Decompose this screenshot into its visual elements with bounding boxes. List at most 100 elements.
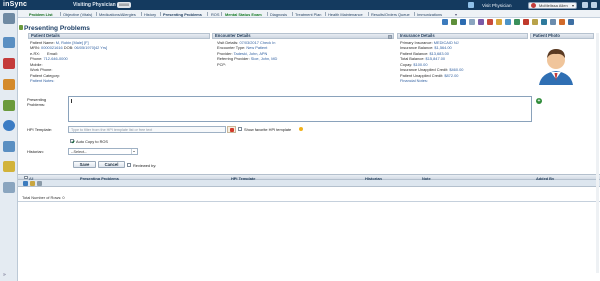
expand-sidebar-icon[interactable]: » bbox=[3, 272, 6, 278]
encounter-details-title: Encounter Details bbox=[215, 33, 251, 38]
select-all-checkbox[interactable] bbox=[24, 175, 28, 179]
show-favorite-checkbox[interactable] bbox=[238, 127, 242, 131]
auto-copy-ros-label: Auto Copy to ROS bbox=[76, 139, 109, 144]
provider-label: Provider: bbox=[217, 50, 233, 56]
tab-history[interactable]: History bbox=[144, 12, 156, 17]
tab-mental-status-exam[interactable]: Mental Status Exam bbox=[225, 12, 262, 17]
insurance-balance-label: Insurance Balance: bbox=[400, 45, 434, 50]
grid-copy-icon[interactable] bbox=[30, 181, 35, 186]
patient-unapplied-row: Patient Unapplied Credit: $872.00 bbox=[400, 73, 458, 78]
flag-icon[interactable] bbox=[496, 19, 502, 25]
menu-icon[interactable] bbox=[3, 13, 15, 24]
tab-presenting-problems[interactable]: Presenting Problems bbox=[163, 12, 202, 17]
grid-edit-icon[interactable] bbox=[23, 181, 28, 186]
vitals-icon[interactable] bbox=[514, 19, 520, 25]
tab-objective-vitals[interactable]: Objective (Vitals) bbox=[63, 12, 92, 17]
tab-treatment-plan[interactable]: Treatment Plan bbox=[295, 12, 321, 17]
add-presenting-problem-button[interactable]: + bbox=[536, 98, 542, 104]
bell-icon[interactable] bbox=[468, 2, 474, 8]
visit-physician-link[interactable]: Visit Physician bbox=[482, 3, 512, 8]
tab-separator bbox=[368, 12, 369, 16]
auto-copy-ros-checkbox[interactable] bbox=[70, 139, 74, 143]
insurance-unapplied-value: $460.00 bbox=[449, 67, 464, 72]
tab-separator bbox=[141, 12, 142, 16]
scheduler-icon[interactable] bbox=[3, 79, 15, 90]
hpi-template-input[interactable]: Type to filter from the HPI template lis… bbox=[68, 125, 226, 133]
tab-separator bbox=[221, 12, 222, 16]
logout-icon[interactable] bbox=[591, 2, 597, 8]
patient-icon[interactable] bbox=[3, 58, 15, 69]
print-icon[interactable] bbox=[442, 19, 448, 25]
cancel-button[interactable]: Cancel bbox=[98, 161, 125, 168]
historian-select[interactable]: --Select-- bbox=[68, 147, 138, 155]
tab-medications-allergies[interactable]: Medications/Allergies bbox=[99, 12, 136, 17]
patient-category-label: Patient Category: bbox=[30, 72, 61, 78]
patient-unapplied-label: Patient Unapplied Credit: bbox=[400, 72, 444, 78]
sign-icon[interactable] bbox=[541, 19, 547, 25]
chevron-down-icon bbox=[572, 4, 574, 7]
documents-icon[interactable] bbox=[3, 182, 15, 193]
provider-value[interactable]: Tadeski, John, APN bbox=[234, 51, 268, 56]
total-balance-row: Total Balance: $15,847.00 bbox=[400, 56, 445, 61]
menu-grid-icon[interactable] bbox=[568, 19, 574, 25]
mrn-value: 0000021616 bbox=[41, 45, 63, 50]
patient-balance-label: Patient Balance: bbox=[400, 50, 429, 56]
tab-results-orders-queue[interactable]: Results/Orders Queue bbox=[371, 12, 410, 17]
tasks-icon[interactable] bbox=[3, 161, 15, 172]
patient-unapplied-value: $872.00 bbox=[444, 72, 459, 78]
messages-icon[interactable] bbox=[3, 120, 15, 131]
financial-notes-link[interactable]: Financial Notes: bbox=[400, 78, 428, 83]
dob-value: 06/05/1970[42 Yrs] bbox=[74, 45, 108, 50]
role-badge[interactable]: 00000 bbox=[117, 2, 131, 8]
insurance-unapplied-label: Insurance Unapplied Credit: bbox=[400, 67, 449, 72]
alert-icon[interactable] bbox=[487, 19, 493, 25]
tab-health-maintenance[interactable]: Health Maintenance bbox=[328, 12, 363, 17]
insurance-unapplied-row: Insurance Unapplied Credit: $460.00 bbox=[400, 67, 463, 72]
document-icon[interactable] bbox=[469, 19, 475, 25]
fax-icon[interactable] bbox=[550, 19, 556, 25]
show-favorite-label: Show favorite HPI template bbox=[244, 127, 292, 132]
presenting-problems-textarea[interactable] bbox=[68, 96, 532, 122]
heart-icon[interactable] bbox=[523, 19, 529, 25]
note-icon[interactable] bbox=[532, 19, 538, 25]
patient-notes-link[interactable]: Patient Notes: bbox=[30, 78, 54, 83]
collapse-icon[interactable]: × bbox=[388, 34, 392, 39]
reviewed-by-label: Reviewed by: bbox=[133, 162, 157, 168]
tab-separator bbox=[292, 12, 293, 16]
presenting-problems-icon bbox=[19, 25, 23, 30]
tab-separator bbox=[325, 12, 326, 16]
user-menu[interactable]: McMelissa Allen bbox=[528, 1, 577, 9]
settings-icon[interactable] bbox=[582, 2, 588, 8]
lock-icon[interactable] bbox=[559, 19, 565, 25]
tabs-more-icon[interactable]: ▾ bbox=[455, 12, 457, 17]
lab-icon[interactable] bbox=[460, 19, 466, 25]
dashboard-icon[interactable] bbox=[3, 37, 15, 48]
tab-problem-list[interactable]: Problem List bbox=[29, 12, 53, 17]
provider-row: Provider: Tadeski, John, APN bbox=[217, 51, 267, 56]
reviewed-by-checkbox[interactable] bbox=[127, 162, 131, 167]
tab-separator bbox=[267, 12, 268, 16]
tab-ros[interactable]: ROS bbox=[211, 12, 219, 17]
insurance-balance-row: Insurance Balance: $1,564.00 bbox=[400, 45, 452, 50]
hpi-template-lookup-button[interactable] bbox=[227, 125, 236, 133]
patient-photo-header: Patient Photo bbox=[530, 33, 594, 39]
referring-provider-value[interactable]: Sloe, John, MD bbox=[251, 56, 278, 61]
pcp-label: PCP: bbox=[217, 61, 227, 67]
grid-delete-icon[interactable] bbox=[37, 181, 42, 186]
reports-icon[interactable] bbox=[3, 141, 15, 152]
phone-value: 712-646-0000 bbox=[43, 56, 68, 61]
save-encounter-icon[interactable] bbox=[451, 19, 457, 25]
tab-separator bbox=[160, 12, 161, 16]
favorite-star-icon[interactable] bbox=[299, 127, 303, 131]
tab-immunizations[interactable]: Immunizations bbox=[417, 12, 442, 17]
vertical-scrollbar[interactable] bbox=[596, 33, 599, 273]
chart-icon[interactable] bbox=[505, 19, 511, 25]
patient-notes-text[interactable]: Patient Notes: bbox=[30, 78, 54, 83]
tab-diagnosis[interactable]: Diagnosis bbox=[270, 12, 287, 17]
financial-notes-text[interactable]: Financial Notes: bbox=[400, 78, 428, 83]
rx-icon[interactable] bbox=[478, 19, 484, 25]
total-balance-label: Total Balance: bbox=[400, 56, 425, 61]
patient-avatar bbox=[539, 49, 573, 85]
billing-icon[interactable] bbox=[3, 100, 15, 111]
save-button[interactable]: Save bbox=[73, 161, 96, 168]
